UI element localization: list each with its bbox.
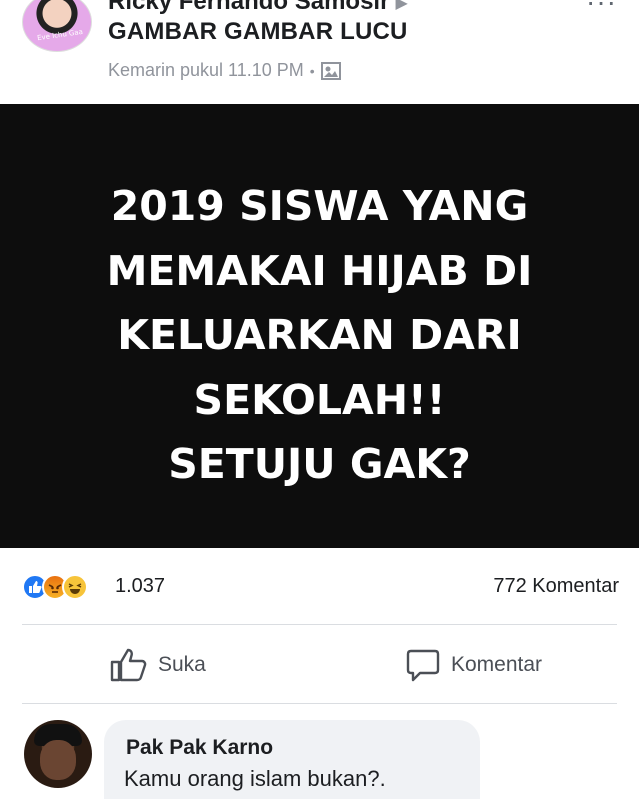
post-image-text: 2019 SISWA YANG MEMAKAI HIJAB DI KELUARK…: [0, 174, 639, 497]
divider: [22, 703, 617, 704]
image-text-line: SEKOLAH!!: [193, 375, 446, 424]
comment-count[interactable]: 772 Komentar: [493, 575, 619, 598]
image-text-line: SETUJU GAK?: [168, 440, 471, 488]
group-photo-icon: [320, 61, 341, 80]
author-name[interactable]: Ricky Fernando Samosir ▶: [108, 0, 408, 16]
author-name-text[interactable]: Ricky Fernando Samosir: [108, 0, 389, 15]
comment-text: Kamu orang islam bukan?.: [124, 766, 386, 791]
action-bar: Suka Komentar: [0, 625, 639, 705]
commenter-avatar[interactable]: [24, 720, 92, 788]
comment-button[interactable]: Komentar: [405, 647, 542, 683]
avatar-face: [40, 740, 76, 780]
meta-separator: •: [309, 62, 315, 79]
post-header: Eve Ichu Gaa Ricky Fernando Samosir ▶ GAM…: [0, 0, 639, 104]
reaction-icons[interactable]: [22, 574, 88, 600]
image-text-line: KELUARKAN DARI: [117, 311, 522, 359]
haha-icon: [62, 574, 88, 600]
comment-bubble[interactable]: Pak Pak Karno Kamu orang islam bukan?.: [104, 720, 480, 799]
image-text-line: 2019 SISWA YANG: [110, 182, 529, 230]
author-avatar[interactable]: Eve Ichu Gaa: [22, 0, 92, 52]
post-image[interactable]: 2019 SISWA YANG MEMAKAI HIJAB DI KELUARK…: [0, 104, 639, 548]
arrow-right-icon: ▶: [395, 0, 408, 12]
like-label: Suka: [158, 653, 206, 676]
reactions-bar: 1.037 772 Komentar: [0, 548, 639, 623]
timestamp[interactable]: Kemarin pukul 11.10 PM: [108, 60, 304, 81]
reaction-count[interactable]: 1.037: [115, 575, 165, 598]
more-options-icon[interactable]: ···: [586, 0, 617, 18]
thumbs-up-icon: [110, 648, 147, 682]
group-name[interactable]: GAMBAR GAMBAR LUCU: [108, 18, 408, 46]
image-text-line: MEMAKAI HIJAB DI: [106, 246, 533, 295]
comment-bubble-icon: [406, 649, 440, 682]
post-meta: Kemarin pukul 11.10 PM •: [108, 60, 341, 81]
commenter-name[interactable]: Pak Pak Karno: [126, 736, 273, 760]
like-button[interactable]: Suka: [110, 647, 206, 683]
avatar-caption: Eve Ichu Gaa: [36, 27, 84, 43]
comment-label: Komentar: [451, 653, 543, 676]
